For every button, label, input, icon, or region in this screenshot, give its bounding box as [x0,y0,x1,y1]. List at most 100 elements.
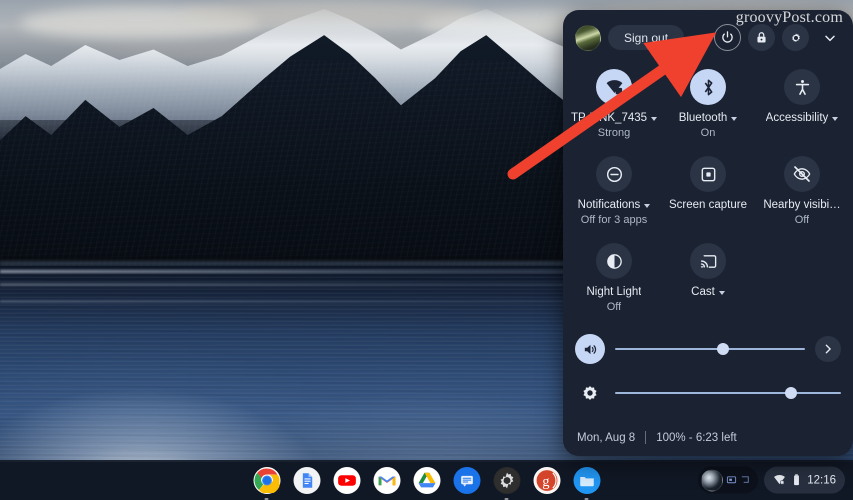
brightness-icon [581,384,599,402]
volume-up-icon [582,341,599,358]
tile-sublabel: Off [607,300,621,314]
volume-button[interactable] [575,334,605,364]
tile-screen-capture[interactable]: Screen capture [661,150,755,231]
tile-night-light[interactable]: Night Light Off [567,237,661,318]
settings-button[interactable] [782,24,809,51]
groovypost-icon: g [534,468,559,493]
chevron-down-icon[interactable] [832,117,838,121]
quick-settings-panel: Sign out [563,10,853,456]
shelf-item-chrome[interactable] [253,467,280,494]
gmail-icon [374,468,399,493]
tile-sublabel: Off [795,213,809,227]
shelf-item-groovypost[interactable]: g [533,467,560,494]
avatar[interactable] [575,25,601,51]
tile-icon-wrap [596,243,632,279]
tile-icon-wrap [784,69,820,105]
shelf-item-gmail[interactable] [373,467,400,494]
battery-full-icon [791,474,802,487]
do-not-disturb-icon [605,165,624,184]
messages-icon [454,468,479,493]
sign-out-button[interactable]: Sign out [608,25,684,50]
tile-accessibility[interactable]: Accessibility [755,63,849,144]
tile-icon-wrap [784,156,820,192]
screen-indicator-icon [740,475,751,486]
shelf-item-files[interactable] [573,467,600,494]
tile-icon-wrap [596,156,632,192]
tile-label: Night Light [587,286,642,299]
shelf-item-drive[interactable] [413,467,440,494]
chromeos-desktop: g [0,0,853,500]
tile-sublabel: On [701,126,716,140]
running-indicator [505,498,509,500]
tile-nearby-share[interactable]: Nearby visibi… Off [755,150,849,231]
files-folder-icon [574,468,599,493]
tray-account-pill[interactable] [698,467,758,494]
tray-status-pill[interactable]: 12:16 [764,467,845,494]
chevron-down-icon[interactable] [719,291,725,295]
system-tray: 12:16 [698,467,845,494]
tile-network[interactable]: TP-LINK_7435 Strong [567,63,661,144]
brightness-slider[interactable] [615,386,841,400]
tile-cast[interactable]: Cast [661,237,755,318]
svg-text:g: g [542,474,550,490]
tile-label: Cast [691,286,715,299]
feature-tiles: TP-LINK_7435 Strong Bluetooth On [563,57,853,318]
wifi-icon [605,78,624,97]
youtube-icon [334,468,359,493]
slider-section [563,318,853,410]
brightness-slider-handle[interactable] [785,387,797,399]
cast-indicator-icon [726,475,737,486]
volume-slider[interactable] [615,342,805,356]
tile-label: Nearby visibi… [763,199,840,212]
account-avatar [701,469,723,491]
chevron-right-icon [821,342,835,356]
lock-icon [754,30,769,45]
tile-label-wrap: Accessibility [766,112,839,125]
chevron-down-icon [822,30,838,46]
chrome-icon [254,468,279,493]
chevron-down-icon[interactable] [651,117,657,121]
power-button[interactable] [714,24,741,51]
shelf-item-messages[interactable] [453,467,480,494]
lock-button[interactable] [748,24,775,51]
date-label: Mon, Aug 8 [577,432,635,444]
tile-bluetooth[interactable]: Bluetooth On [661,63,755,144]
google-drive-icon [414,468,439,493]
shelf-item-settings[interactable] [493,467,520,494]
nearby-visibility-off-icon [792,164,812,184]
night-light-icon [605,252,624,271]
tile-label: Screen capture [669,199,747,212]
volume-slider-row [575,332,841,366]
tile-icon-wrap [690,243,726,279]
screen-capture-icon [699,165,718,184]
collapse-button[interactable] [816,24,843,51]
shelf: g [0,460,853,500]
tile-label-wrap: TP-LINK_7435 [571,112,657,125]
tile-label: TP-LINK_7435 [571,112,647,125]
running-indicator [585,498,589,500]
tile-label: Notifications [578,199,641,212]
gear-icon [788,30,804,46]
shelf-app-list: g [253,467,600,494]
tile-label: Accessibility [766,112,829,125]
settings-gear-icon [494,468,519,493]
brightness-slider-row [575,376,841,410]
audio-output-button[interactable] [815,336,841,362]
volume-slider-handle[interactable] [717,343,729,355]
accessibility-icon [793,78,812,97]
wifi-icon [773,474,786,487]
shelf-item-docs[interactable] [293,467,320,494]
tile-icon-wrap [690,156,726,192]
chevron-down-icon[interactable] [644,204,650,208]
power-icon [720,30,735,45]
tile-label-wrap: Bluetooth [679,112,738,125]
brightness-button[interactable] [575,378,605,408]
shelf-item-youtube[interactable] [333,467,360,494]
quick-settings-header: Sign out [563,10,853,57]
tile-icon-wrap [596,69,632,105]
chevron-down-icon[interactable] [731,117,737,121]
tile-label-wrap: Notifications [578,199,651,212]
quick-settings-footer: Mon, Aug 8 100% - 6:23 left [563,431,853,456]
google-docs-icon [294,468,319,493]
tile-notifications[interactable]: Notifications Off for 3 apps [567,150,661,231]
